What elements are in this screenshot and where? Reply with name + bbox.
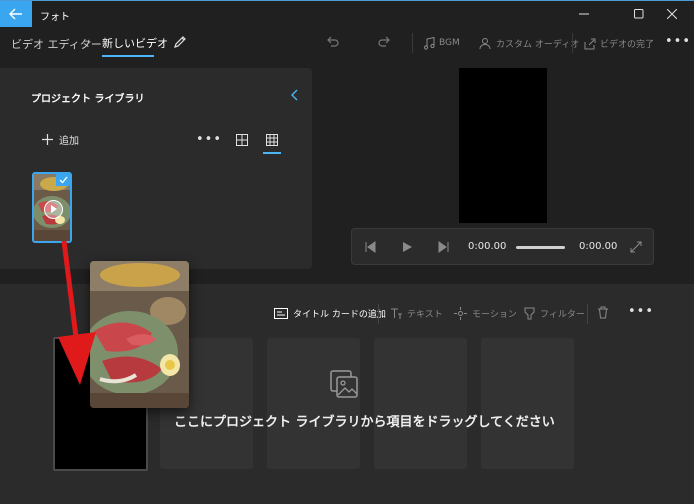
drag-arrow-icon (58, 240, 96, 385)
